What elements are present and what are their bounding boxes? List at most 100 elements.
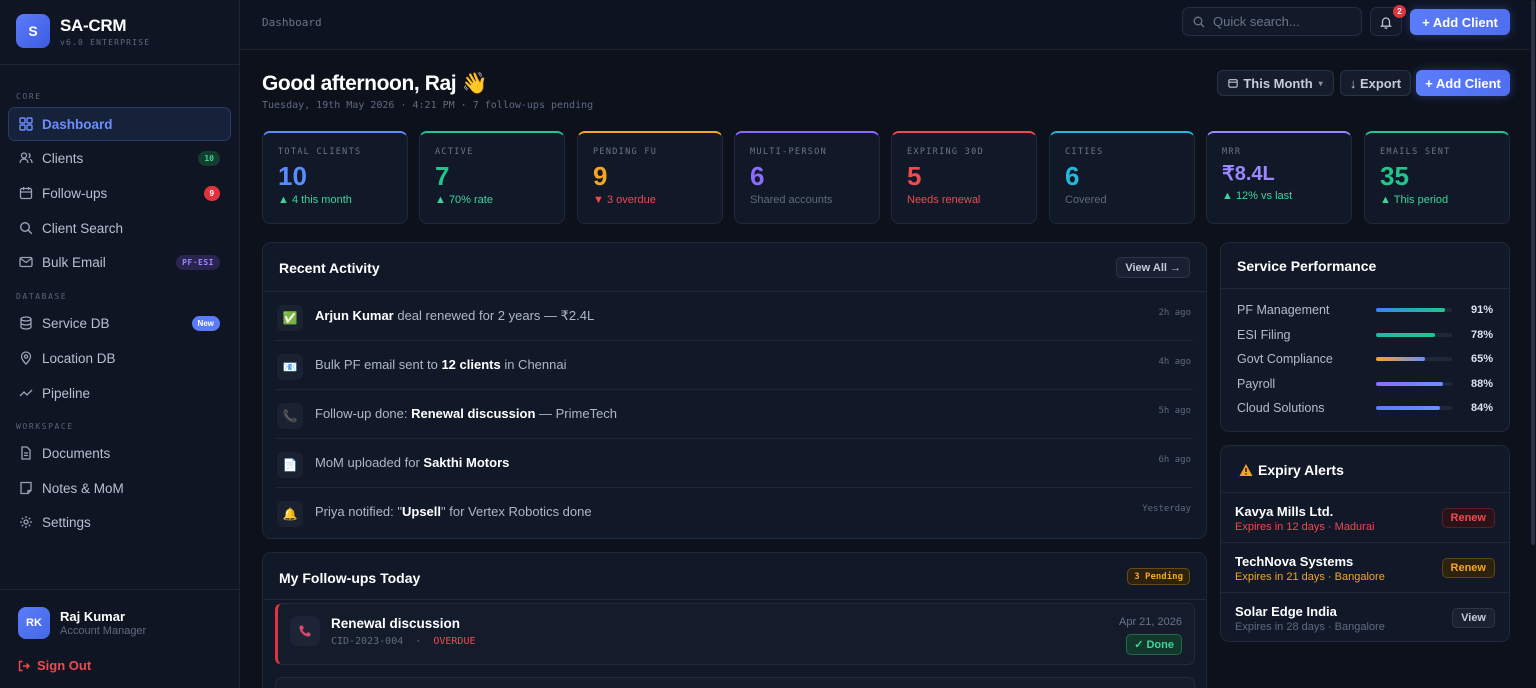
activity-bold: Renewal discussion bbox=[411, 406, 536, 421]
service-percent: 91% bbox=[1470, 304, 1493, 316]
stat-card-cities[interactable]: CITIES 6 Covered bbox=[1049, 131, 1195, 224]
activity-text-part: Follow-up done: bbox=[315, 406, 412, 421]
phone-icon: 📞 bbox=[277, 403, 303, 429]
divider bbox=[263, 599, 1206, 600]
export-button[interactable]: ↓ Export bbox=[1340, 70, 1411, 96]
sidebar-item-clients[interactable]: Clients 10 bbox=[8, 141, 231, 175]
expiry-meta: Expires in 28 days · Bangalore bbox=[1235, 621, 1385, 633]
stat-card-expiring-30d[interactable]: EXPIRING 30D 5 Needs renewal bbox=[891, 131, 1037, 224]
gear-icon bbox=[20, 516, 32, 528]
progress-fill bbox=[1376, 406, 1440, 410]
expiry-row[interactable]: Kavya Mills Ltd. Expires in 12 days · Mad… bbox=[1221, 492, 1509, 542]
activity-text-part: Bulk PF email sent to bbox=[315, 357, 442, 372]
expiry-row[interactable]: Solar Edge India Expires in 28 days · Ban… bbox=[1221, 592, 1509, 641]
document-icon bbox=[21, 446, 31, 460]
scrollbar[interactable] bbox=[1530, 0, 1536, 688]
stat-subtext: Covered bbox=[1065, 194, 1107, 206]
avatar: RK bbox=[18, 607, 50, 639]
stat-subtext: ▼ 3 overdue bbox=[593, 194, 656, 206]
activity-time: 5h ago bbox=[1158, 406, 1191, 416]
follow-up-item[interactable] bbox=[275, 677, 1195, 688]
stat-label: EXPIRING 30D bbox=[907, 147, 985, 157]
add-client-button[interactable]: + Add Client bbox=[1410, 9, 1510, 35]
follow-up-item[interactable]: Renewal discussion CID-2023-004 · OVERDU… bbox=[275, 603, 1195, 665]
stat-subtext: ▲ 12% vs last bbox=[1222, 190, 1293, 202]
period-select[interactable]: This Month ▾ bbox=[1217, 70, 1334, 96]
trend-icon bbox=[19, 389, 33, 397]
stat-card-pending-fu[interactable]: PENDING FU 9 ▼ 3 overdue bbox=[577, 131, 723, 224]
service-name: Cloud Solutions bbox=[1237, 401, 1325, 415]
notifications-button[interactable]: 2 bbox=[1370, 5, 1406, 36]
stat-card-emails-sent[interactable]: EMAILS SENT 35 ▲ This period bbox=[1364, 131, 1510, 224]
stat-label: ACTIVE bbox=[435, 147, 474, 157]
stat-card-multi-person[interactable]: MULTI-PERSON 6 Shared accounts bbox=[734, 131, 880, 224]
sidebar-item-pipeline[interactable]: Pipeline bbox=[8, 376, 231, 410]
sidebar-item-settings[interactable]: Settings bbox=[8, 505, 231, 539]
stat-card-active[interactable]: ACTIVE 7 ▲ 70% rate bbox=[419, 131, 565, 224]
user-profile[interactable]: RK Raj Kumar Account Manager bbox=[18, 607, 146, 639]
stat-card-total-clients[interactable]: TOTAL CLIENTS 10 ▲ 4 this month bbox=[262, 131, 408, 224]
add-client-main-button[interactable]: + Add Client bbox=[1416, 70, 1510, 96]
activity-time: 4h ago bbox=[1158, 357, 1191, 367]
sidebar-item-follow-ups[interactable]: Follow-ups 9 bbox=[8, 176, 231, 210]
stat-label: PENDING FU bbox=[593, 147, 658, 157]
search-icon bbox=[19, 221, 33, 235]
search-input[interactable]: Quick search... bbox=[1182, 7, 1362, 36]
activity-time: 6h ago bbox=[1158, 455, 1191, 465]
progress-bar bbox=[1376, 357, 1452, 361]
renew-button[interactable]: Renew bbox=[1441, 558, 1495, 578]
renew-button[interactable]: Renew bbox=[1441, 508, 1495, 528]
activity-item[interactable]: 📄 MoM uploaded for Sakthi Motors 6h ago bbox=[275, 439, 1193, 488]
brand[interactable]: S SA-CRM v6.0 ENTERPRISE bbox=[16, 14, 150, 48]
sidebar-item-bulk-email[interactable]: Bulk Email PF·ESI bbox=[8, 245, 231, 279]
divider bbox=[0, 589, 240, 590]
breadcrumb[interactable]: Dashboard bbox=[262, 16, 322, 29]
search-placeholder: Quick search... bbox=[1213, 14, 1300, 29]
sidebar-item-label: Notes & MoM bbox=[42, 480, 124, 496]
document-icon: 📄 bbox=[277, 452, 303, 478]
sidebar-item-service-db[interactable]: Service DB New bbox=[8, 306, 231, 340]
activity-item[interactable]: ✅ Arjun Kumar deal renewed for 2 years — … bbox=[275, 292, 1193, 341]
client-name: TechNova Systems bbox=[1235, 554, 1354, 569]
activity-bold: Sakthi Motors bbox=[423, 455, 510, 470]
service-performance-title: Service Performance bbox=[1237, 258, 1377, 274]
section-workspace: WORKSPACE bbox=[16, 422, 74, 431]
progress-bar bbox=[1376, 381, 1452, 386]
brand-name: SA-CRM bbox=[60, 15, 127, 35]
stat-value: 6 bbox=[1065, 161, 1080, 191]
sidebar-item-dashboard[interactable]: Dashboard bbox=[8, 107, 231, 141]
activity-text: Follow-up done: Renewal discussion — Pri… bbox=[315, 406, 617, 421]
activity-text: Arjun Kumar deal renewed for 2 years — ₹… bbox=[315, 308, 594, 324]
sign-out-button[interactable]: Sign Out bbox=[18, 658, 91, 673]
service-name: PF Management bbox=[1237, 303, 1330, 317]
user-role: Account Manager bbox=[60, 625, 147, 637]
client-id: CID-2023-004 bbox=[331, 636, 404, 647]
sidebar-item-notes-mom[interactable]: Notes & MoM bbox=[8, 471, 231, 505]
scrollbar-thumb[interactable] bbox=[1531, 0, 1535, 545]
recent-activity-panel: Recent Activity View All → ✅ Arjun Kumar … bbox=[262, 242, 1207, 539]
view-button[interactable]: View bbox=[1452, 608, 1495, 628]
activity-item[interactable]: 📞 Follow-up done: Renewal discussion — Pr… bbox=[275, 390, 1193, 439]
activity-item[interactable]: 📧 Bulk PF email sent to 12 clients in Che… bbox=[275, 341, 1193, 390]
logo-icon: S bbox=[16, 14, 50, 48]
expiry-alerts-panel: Expiry Alerts Kavya Mills Ltd. Expires in… bbox=[1220, 445, 1510, 642]
done-button[interactable]: ✓ Done bbox=[1126, 634, 1182, 655]
sidebar-item-documents[interactable]: Documents bbox=[8, 436, 231, 470]
stat-value: 7 bbox=[435, 161, 450, 191]
service-percent: 88% bbox=[1470, 377, 1493, 390]
stat-label: EMAILS SENT bbox=[1380, 147, 1451, 157]
divider bbox=[0, 64, 240, 65]
activity-item[interactable]: 🔔 Priya notified: "Upsell" for Vertex Rob… bbox=[275, 488, 1193, 537]
sidebar-item-location-db[interactable]: Location DB bbox=[8, 341, 231, 375]
view-all-button[interactable]: View All → bbox=[1116, 257, 1190, 278]
sidebar-item-client-search[interactable]: Client Search bbox=[8, 211, 231, 245]
sidebar-item-label: Service DB bbox=[42, 315, 110, 331]
mail-icon: 📧 bbox=[277, 354, 303, 380]
stat-subtext: ▲ This period bbox=[1380, 194, 1449, 206]
phone-icon bbox=[290, 616, 320, 646]
expiry-row[interactable]: TechNova Systems Expires in 21 days · Ban… bbox=[1221, 542, 1509, 592]
stat-card-mrr[interactable]: MRR ₹8.4L ▲ 12% vs last bbox=[1206, 131, 1352, 224]
new-badge: New bbox=[191, 315, 220, 331]
service-percent: 65% bbox=[1470, 353, 1493, 365]
sidebar: S SA-CRM v6.0 ENTERPRISE CORE Dashboard … bbox=[0, 0, 240, 688]
